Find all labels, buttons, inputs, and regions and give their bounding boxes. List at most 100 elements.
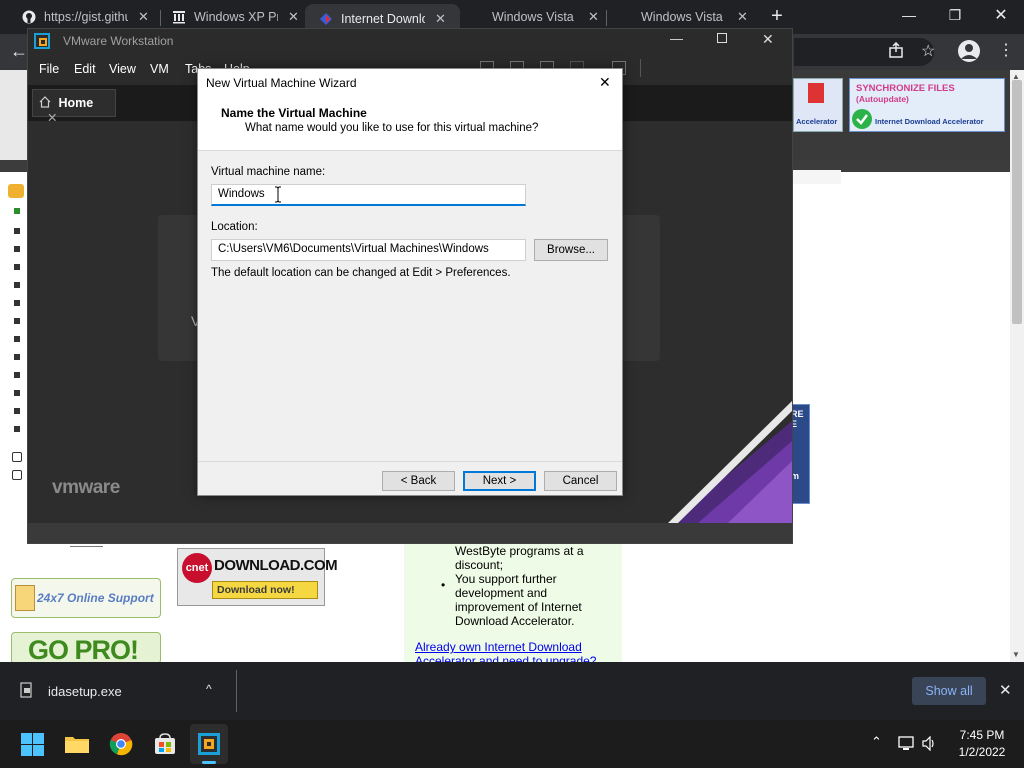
tab-separator (606, 10, 607, 26)
start-windows-icon[interactable] (21, 733, 44, 756)
bullet-icon (14, 318, 20, 324)
location-input[interactable]: C:\Users\VM6\Documents\Virtual Machines\… (211, 239, 526, 261)
vmware-titlebar: VMware Workstation — ✕ (28, 29, 792, 53)
tab-close-icon[interactable]: ✕ (435, 11, 446, 27)
vm-name-label: Virtual machine name: (211, 166, 326, 178)
menu-vm[interactable]: VM (150, 62, 169, 76)
menu-edit[interactable]: Edit (74, 62, 96, 76)
bullet-icon (14, 390, 20, 396)
tab-title: Internet Downlo (341, 12, 425, 26)
tab-close-icon[interactable]: ✕ (737, 9, 748, 25)
chrome-icon[interactable] (109, 732, 133, 756)
share-icon[interactable] (888, 41, 904, 63)
browser-minimize-button[interactable]: — (886, 0, 932, 30)
toolbar-separator (640, 59, 641, 77)
arrow-box-icon[interactable] (12, 470, 22, 480)
download-filename[interactable]: idasetup.exe (48, 684, 122, 699)
more-menu-icon[interactable]: ⋮ (998, 40, 1014, 60)
microsoft-store-icon[interactable] (153, 732, 177, 756)
vmware-title: VMware Workstation (63, 34, 174, 48)
scroll-up-icon[interactable]: ▲ (1012, 72, 1020, 81)
browse-button[interactable]: Browse... (534, 239, 608, 261)
go-pro-label: GO PRO! (28, 635, 139, 662)
menu-view[interactable]: View (109, 62, 136, 76)
side-promo-text: RE (791, 409, 804, 419)
installer-file-icon (20, 682, 34, 698)
back-arrow-icon[interactable]: ← (10, 41, 28, 62)
dialog-title: New Virtual Machine Wizard (206, 76, 357, 90)
help-icon[interactable] (12, 452, 22, 462)
location-label: Location: (211, 221, 258, 233)
volume-icon[interactable] (922, 735, 938, 752)
show-all-button[interactable]: Show all (912, 677, 986, 705)
upgrade-link[interactable]: Already own Internet Download Accelerato… (415, 640, 605, 662)
file-explorer-icon[interactable] (64, 734, 90, 754)
vmware-app-icon (34, 33, 50, 49)
download-options-chevron-icon[interactable]: ^ (206, 682, 212, 696)
archive-icon (172, 10, 186, 24)
vmware-close-button[interactable]: ✕ (762, 31, 774, 48)
show-hidden-icons-chevron[interactable]: ⌃ (871, 734, 882, 750)
tab-close-icon[interactable]: ✕ (138, 9, 149, 25)
close-download-bar-icon[interactable]: ✕ (999, 681, 1012, 699)
go-pro-button[interactable]: GO PRO! (11, 632, 161, 662)
next-button[interactable]: Next > (463, 471, 536, 491)
bullet-icon (14, 282, 20, 288)
benefits-panel: WestByte programs at a discount; • You s… (404, 544, 622, 662)
browser-restore-button[interactable]: ❐ (932, 0, 978, 30)
side-promo-text: m (791, 471, 800, 481)
toolbar-gear-icon[interactable] (8, 184, 24, 198)
clock-time: 7:45 PM (959, 728, 1005, 742)
github-icon (22, 10, 36, 24)
download-now-button[interactable]: Download now! (212, 581, 318, 599)
home-tab[interactable]: Home ✕ (32, 89, 116, 125)
taskbar-clock[interactable]: 7:45 PM 1/2/2022 (952, 728, 1012, 759)
bullet-icon (14, 264, 20, 270)
benefit-item: You support further development and impr… (455, 572, 582, 628)
scroll-down-icon[interactable]: ▼ (1012, 650, 1020, 659)
side-promo-text: E (791, 419, 798, 429)
download-separator (236, 670, 237, 712)
bookmark-star-icon[interactable]: ☆ (921, 41, 935, 61)
dialog-divider (198, 461, 622, 462)
dialog-heading: Name the Virtual Machine (221, 106, 367, 120)
bullet-green-icon (14, 208, 20, 214)
dialog-subheading: What name would you like to use for this… (245, 122, 539, 134)
online-support-label: 24x7 Online Support (37, 591, 154, 605)
browser-close-button[interactable]: ✕ (978, 0, 1024, 30)
tab-title: Windows XP Pr (194, 10, 278, 24)
ida-icon (319, 12, 333, 26)
network-icon[interactable] (898, 736, 916, 751)
bullet-icon (14, 246, 20, 252)
dialog-header: Name the Virtual Machine What name would… (198, 97, 622, 151)
windows-taskbar: ⌃ 7:45 PM 1/2/2022 (0, 720, 1024, 768)
vm-name-input[interactable]: Windows (211, 184, 526, 206)
address-bar-tail[interactable] (794, 38, 934, 66)
tab-close-icon[interactable]: ✕ (588, 9, 599, 25)
bullet-icon (14, 336, 20, 342)
tab-close-icon[interactable]: ✕ (288, 9, 299, 25)
page-left-strip (0, 70, 30, 160)
vmware-minimize-button[interactable]: — (670, 31, 683, 46)
bullet-icon (14, 426, 20, 432)
small-ad-banner[interactable]: Accelerator (793, 78, 843, 132)
notepad-icon (15, 585, 35, 611)
menu-file[interactable]: File (39, 62, 59, 76)
tab-title: https://gist.githu (44, 10, 128, 24)
profile-avatar-icon[interactable] (958, 40, 980, 62)
vmware-maximize-button[interactable] (717, 33, 727, 43)
cnet-logo: cnet (182, 553, 212, 583)
back-button[interactable]: < Back (382, 471, 455, 491)
online-support-button[interactable]: 24x7 Online Support (11, 578, 161, 618)
scrollbar-thumb[interactable] (1012, 80, 1022, 324)
cancel-button[interactable]: Cancel (544, 471, 617, 491)
text-cursor-icon (274, 186, 282, 203)
new-tab-button[interactable]: + (766, 5, 788, 27)
sync-banner-product: Internet Download Accelerator (875, 117, 984, 126)
dialog-close-button[interactable]: ✕ (599, 74, 611, 91)
cnet-download-banner[interactable]: cnet DOWNLOAD.COM Download now! (177, 548, 338, 606)
vmware-taskbar-button[interactable] (190, 724, 228, 764)
sync-files-banner[interactable]: SYNCHRONIZE FILES (Autoupdate) Internet … (849, 78, 1005, 132)
green-check-icon (852, 109, 872, 129)
active-indicator (202, 761, 216, 764)
